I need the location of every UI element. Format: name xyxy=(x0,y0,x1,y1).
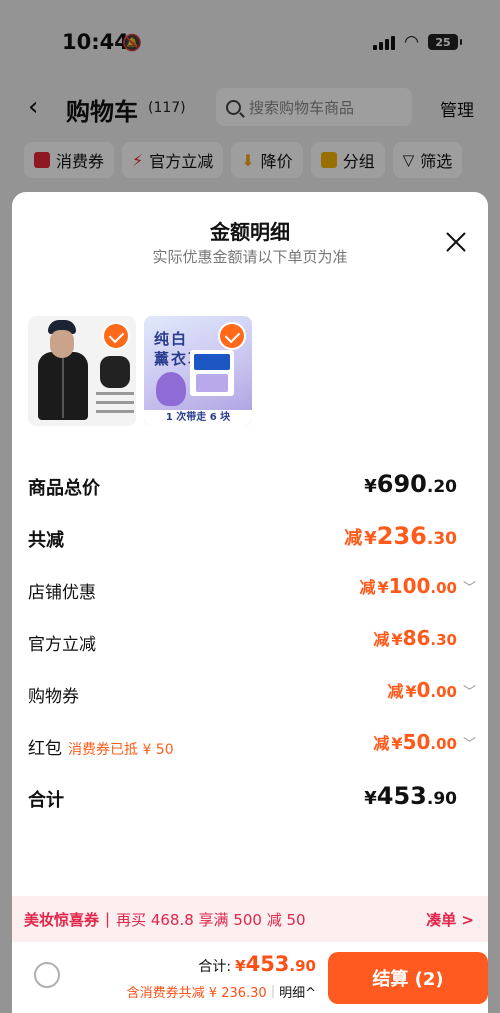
promo-title: 美妆惊喜券 xyxy=(24,910,100,929)
lavender-image xyxy=(156,372,186,406)
currency: ¥ xyxy=(391,630,403,649)
row-sum: 合计 ¥ 453 .90 ﹀ xyxy=(28,778,476,818)
currency: ¥ xyxy=(364,788,377,809)
amount-dec: .00 xyxy=(430,735,457,753)
zip-shape xyxy=(62,358,64,418)
row-label: 商品总价 xyxy=(28,478,100,499)
row-value: ¥ 690 .20 ﹀ xyxy=(362,470,476,498)
add-items-link[interactable]: 凑单 > xyxy=(426,909,474,930)
amount-dec: .00 xyxy=(430,579,457,597)
row-label: 合计 xyxy=(28,790,64,811)
row-value: 减 ¥ 0 .00 ﹀ xyxy=(387,678,476,702)
amount-int: 453 xyxy=(245,952,290,976)
promo-divider: | xyxy=(105,910,111,928)
amount-detail-sheet: 金额明细 实际优惠金额请以下单页为准 纯白 薰衣草 1 次带走 6 块 商品总价… xyxy=(12,192,488,1013)
total-label: 合计: xyxy=(198,959,232,975)
currency: ¥ xyxy=(364,476,377,497)
row-total-discount: 共减 减 ¥ 236 .30 ﹀ xyxy=(28,518,476,558)
selected-check-icon xyxy=(102,322,130,350)
spec-lines xyxy=(96,392,134,419)
chevron-down-icon[interactable]: ﹀ xyxy=(463,681,476,700)
row-label: 官方立减 xyxy=(28,635,96,655)
selected-check-icon xyxy=(218,322,246,350)
head-shape xyxy=(50,330,74,358)
amount-int: 50 xyxy=(402,730,431,754)
amount-dec: .90 xyxy=(289,957,316,975)
row-value: 减 ¥ 100 .00 ﹀ xyxy=(360,574,477,598)
row-official-discount: 官方立减 减 ¥ 86 .30 ﹀ xyxy=(28,622,476,662)
selected-products: 纯白 薰衣草 1 次带走 6 块 xyxy=(28,316,252,426)
currency: ¥ xyxy=(391,734,403,753)
row-value: 减 ¥ 86 .30 ﹀ xyxy=(373,626,476,650)
close-icon[interactable] xyxy=(442,228,470,256)
row-shopping-coupon[interactable]: 购物券 减 ¥ 0 .00 ﹀ xyxy=(28,674,476,714)
promo-bar[interactable]: 美妆惊喜券 | 再买 468.8 享满 500 减 50 凑单 > xyxy=(12,896,488,942)
minus-prefix: 减 xyxy=(359,578,376,597)
discount-text: 含消费券共减 ¥ 236.30 xyxy=(126,986,267,1001)
amount-int: 0 xyxy=(416,678,431,702)
row-value: 减 ¥ 236 .30 ﹀ xyxy=(344,522,476,550)
footer-total: 合计: ¥ 453 .90 xyxy=(198,952,316,976)
soap-label-1: 纯白 xyxy=(154,330,189,348)
row-red-packet[interactable]: 红包 消费券已抵 ¥ 50 减 ¥ 50 .00 ﹀ xyxy=(28,726,476,766)
amount-int: 453 xyxy=(376,782,427,810)
amount-int: 100 xyxy=(388,574,431,598)
row-label: 共减 xyxy=(28,530,64,551)
product-thumbnail-soap[interactable]: 纯白 薰衣草 1 次带走 6 块 xyxy=(144,316,252,426)
amount-int: 690 xyxy=(376,470,427,498)
row-value: 减 ¥ 50 .00 ﹀ xyxy=(373,730,476,754)
row-label: 店铺优惠 xyxy=(28,583,96,603)
product-thumbnail-jacket[interactable] xyxy=(28,316,136,426)
coupon-applied-note: 消费券已抵 ¥ 50 xyxy=(68,742,174,758)
detail-toggle[interactable]: 明细^ xyxy=(279,982,316,1001)
checkout-footer: 合计: ¥ 453 .90 含消费券共减 ¥ 236.30 | 明细^ 结算 (… xyxy=(12,942,488,1013)
checkout-button[interactable]: 结算 (2) xyxy=(328,952,488,1004)
currency: ¥ xyxy=(235,957,246,975)
minus-prefix: 减 xyxy=(387,682,404,701)
red-packet-label: 红包 xyxy=(28,739,62,759)
amount-dec: .00 xyxy=(430,683,457,701)
amount-dec: .90 xyxy=(426,789,457,809)
row-label: 红包 消费券已抵 ¥ 50 xyxy=(28,734,174,759)
chevron-down-icon[interactable]: ﹀ xyxy=(463,733,476,752)
jacket-detail-shape xyxy=(100,356,130,388)
amount-int: 236 xyxy=(376,522,427,550)
minus-prefix: 减 xyxy=(373,630,390,649)
divider: | xyxy=(270,984,276,999)
amount-int: 86 xyxy=(402,626,431,650)
sheet-title: 金额明细 xyxy=(210,220,290,244)
row-shop-discount[interactable]: 店铺优惠 减 ¥ 100 .00 ﹀ xyxy=(28,570,476,610)
select-all-radio[interactable] xyxy=(34,962,60,988)
promo-text: 再买 468.8 享满 500 减 50 xyxy=(116,910,306,929)
currency: ¥ xyxy=(377,578,389,597)
row-label: 购物券 xyxy=(28,687,79,707)
chevron-down-icon[interactable]: ﹀ xyxy=(463,577,476,596)
currency: ¥ xyxy=(364,528,377,549)
currency: ¥ xyxy=(405,682,417,701)
minus-prefix: 减 xyxy=(344,528,363,549)
amount-dec: .20 xyxy=(426,477,457,497)
minus-prefix: 减 xyxy=(373,734,390,753)
sheet-subtitle: 实际优惠金额请以下单页为准 xyxy=(152,248,348,266)
soap-box-image xyxy=(190,350,234,396)
amount-dec: .30 xyxy=(426,529,457,549)
footer-discount: 含消费券共减 ¥ 236.30 | 明细^ xyxy=(127,982,316,1001)
row-goods-total: 商品总价 ¥ 690 .20 ﹀ xyxy=(28,466,476,506)
amount-dec: .30 xyxy=(430,631,457,649)
row-value: ¥ 453 .90 ﹀ xyxy=(362,782,476,810)
soap-band-text: 1 次带走 6 块 xyxy=(144,410,252,426)
